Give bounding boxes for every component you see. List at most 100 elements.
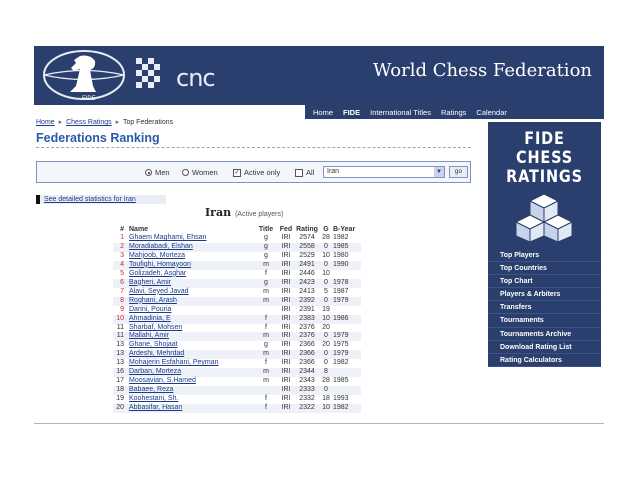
birth-year-cell: 1975 bbox=[333, 341, 349, 349]
birth-year-cell: 1979 bbox=[333, 332, 361, 342]
side-menu-top-countries[interactable]: Top Countries bbox=[488, 262, 601, 276]
name-cell: Toufighi, Homayoon bbox=[127, 260, 255, 270]
breadcrumb-home[interactable]: Home bbox=[36, 119, 55, 126]
title-cell: m bbox=[263, 287, 269, 295]
rank-cell: 4 bbox=[113, 260, 127, 270]
side-menu-top-chart[interactable]: Top Chart bbox=[488, 275, 601, 289]
all-option[interactable]: All bbox=[295, 168, 314, 177]
title-cell: g bbox=[264, 251, 268, 259]
nav-calendar[interactable]: Calendar bbox=[476, 108, 506, 117]
side-menu-download-rating-list[interactable]: Download Rating List bbox=[488, 341, 601, 354]
games-cell: 28 bbox=[322, 377, 330, 385]
rating-cell: 2446 bbox=[299, 269, 315, 277]
side-menu-rating-calculators[interactable]: Rating Calculators bbox=[488, 354, 601, 367]
rank-cell: 5 bbox=[120, 269, 124, 277]
col-header-fed: Fed bbox=[279, 226, 293, 233]
side-menu-top-players[interactable]: Top Players bbox=[488, 249, 601, 263]
name-cell: Alavi, Seyed Javad bbox=[127, 288, 255, 297]
federation-cell: IRI bbox=[277, 278, 295, 288]
rank-cell: 2 bbox=[113, 242, 127, 252]
cnc-logo-text: cnc bbox=[176, 64, 216, 92]
rating-cell: 2574 bbox=[299, 234, 315, 241]
player-name-link[interactable]: Abbasifar, Hasan bbox=[129, 404, 182, 411]
rating-cell: 2366 bbox=[299, 341, 315, 349]
table-row: 1 Ghaem Maghami, Ehsan g IRI 2574 28 1982 bbox=[113, 234, 361, 243]
name-cell: Koohestani, Sh. bbox=[127, 395, 255, 404]
fide-ratings-logo-text: FIDE CHESS RATINGS bbox=[496, 130, 592, 187]
player-name-link[interactable]: Moosavian, S.Hamed bbox=[129, 377, 196, 384]
player-name-link[interactable]: Bagheri, Amir bbox=[129, 279, 171, 286]
side-menu-players-arbiters[interactable]: Players & Arbiters bbox=[488, 288, 601, 302]
side-menu-tournaments[interactable]: Tournaments bbox=[488, 314, 601, 328]
gender-men-option[interactable]: Men bbox=[145, 168, 170, 177]
breadcrumb-chess-ratings[interactable]: Chess Ratings bbox=[66, 119, 112, 126]
table-row: 13 Ardeshi, Mehrdad m IRI 2366 0 1979 bbox=[113, 350, 361, 360]
ranking-table: # Name Title Fed Rating G B-Year 1 Ghaem … bbox=[113, 225, 361, 414]
active-only-option[interactable]: ✓ Active only bbox=[233, 168, 280, 177]
title-cell bbox=[255, 386, 277, 396]
player-name-link[interactable]: Mohajerin Esfahani, Peyman bbox=[129, 359, 219, 366]
title-cell: g bbox=[264, 234, 268, 241]
rating-cell: 2391 bbox=[299, 305, 315, 313]
games-cell: 0 bbox=[319, 296, 333, 306]
all-checkbox[interactable] bbox=[295, 168, 303, 177]
federation-cell: IRI bbox=[281, 287, 291, 295]
birth-year-cell: 1985 bbox=[333, 377, 349, 385]
player-name-link[interactable]: Darban, Morteza bbox=[129, 368, 181, 375]
games-cell: 19 bbox=[322, 305, 330, 313]
birth-year-cell: 1985 bbox=[333, 242, 361, 252]
name-cell: Sharbaf, Mohsen bbox=[127, 324, 255, 333]
table-row: 2 Moradiabadi, Elshan g IRI 2558 0 1985 bbox=[113, 242, 361, 252]
side-menu-tournaments-archive[interactable]: Tournaments Archive bbox=[488, 328, 601, 341]
logo-line-chess: CHESS bbox=[515, 148, 573, 168]
player-name-link[interactable]: Alavi, Seyed Javad bbox=[129, 288, 189, 295]
rank-cell: 13 bbox=[113, 350, 127, 360]
women-radio[interactable] bbox=[182, 169, 189, 176]
player-name-link[interactable]: Sharbaf, Mohsen bbox=[129, 324, 182, 331]
go-button[interactable]: go bbox=[449, 166, 468, 178]
country-select[interactable]: Iran ▼ bbox=[323, 166, 445, 178]
men-radio[interactable] bbox=[145, 169, 152, 176]
federation-cell: IRI bbox=[277, 368, 295, 378]
player-name-link[interactable]: Ardeshi, Mehrdad bbox=[129, 350, 184, 357]
rating-cell: 2344 bbox=[295, 368, 319, 378]
rank-cell: 11 bbox=[113, 332, 127, 342]
player-name-link[interactable]: Darini, Pouria bbox=[129, 306, 171, 313]
player-name-link[interactable]: Mallahi, Amir bbox=[129, 332, 169, 339]
rating-cell: 2366 bbox=[299, 359, 315, 367]
birth-year-cell bbox=[333, 324, 361, 333]
nav-international-titles[interactable]: International Titles bbox=[370, 108, 431, 117]
player-name-link[interactable]: Koohestani, Sh. bbox=[129, 395, 178, 402]
rank-cell: 18 bbox=[113, 386, 127, 396]
player-name-link[interactable]: Ahmadinia, E bbox=[129, 315, 171, 322]
player-name-link[interactable]: Moradiabadi, Elshan bbox=[129, 243, 193, 250]
player-name-link[interactable]: Babaee, Reza bbox=[129, 386, 173, 393]
nav-ratings[interactable]: Ratings bbox=[441, 108, 466, 117]
table-row: 20 Abbasifar, Hasan f IRI 2322 10 1982 bbox=[113, 404, 361, 414]
rank-cell: 19 bbox=[116, 395, 124, 403]
player-name-link[interactable]: Roghani, Arash bbox=[129, 297, 177, 304]
chevron-down-icon[interactable]: ▼ bbox=[434, 167, 444, 177]
gender-women-option[interactable]: Women bbox=[182, 168, 218, 177]
breadcrumb-separator-icon: ▸ bbox=[115, 119, 120, 126]
nav-home[interactable]: Home bbox=[313, 108, 333, 117]
player-name-link[interactable]: Golizadeh, Asghar bbox=[129, 270, 186, 277]
rank-cell: 3 bbox=[120, 251, 124, 259]
player-name-link[interactable]: Mahjoob, Morteza bbox=[129, 252, 185, 259]
title-cell: f bbox=[255, 314, 277, 324]
rank-cell: 13 bbox=[116, 341, 124, 349]
games-cell: 20 bbox=[322, 323, 330, 331]
title-cell: m bbox=[255, 296, 277, 306]
player-name-link[interactable]: Toufighi, Homayoon bbox=[129, 261, 191, 268]
player-name-link[interactable]: Ghaem Maghami, Ehsan bbox=[129, 234, 206, 241]
birth-year-cell: 1982 bbox=[333, 404, 361, 414]
active-only-checkbox[interactable]: ✓ bbox=[233, 168, 241, 177]
fide-knight-logo-icon[interactable]: FIDE bbox=[40, 48, 128, 102]
table-row: 3 Mahjoob, Morteza g IRI 2529 10 1980 bbox=[113, 252, 361, 261]
detailed-statistics-link[interactable]: See detailed statistics for Iran bbox=[36, 195, 166, 204]
name-cell: Babaee, Reza bbox=[127, 386, 255, 396]
birth-year-cell bbox=[333, 386, 361, 396]
side-menu-transfers[interactable]: Transfers bbox=[488, 301, 601, 315]
nav-fide[interactable]: FIDE bbox=[343, 108, 360, 117]
player-name-link[interactable]: Ghane, Shojaat bbox=[129, 341, 178, 348]
